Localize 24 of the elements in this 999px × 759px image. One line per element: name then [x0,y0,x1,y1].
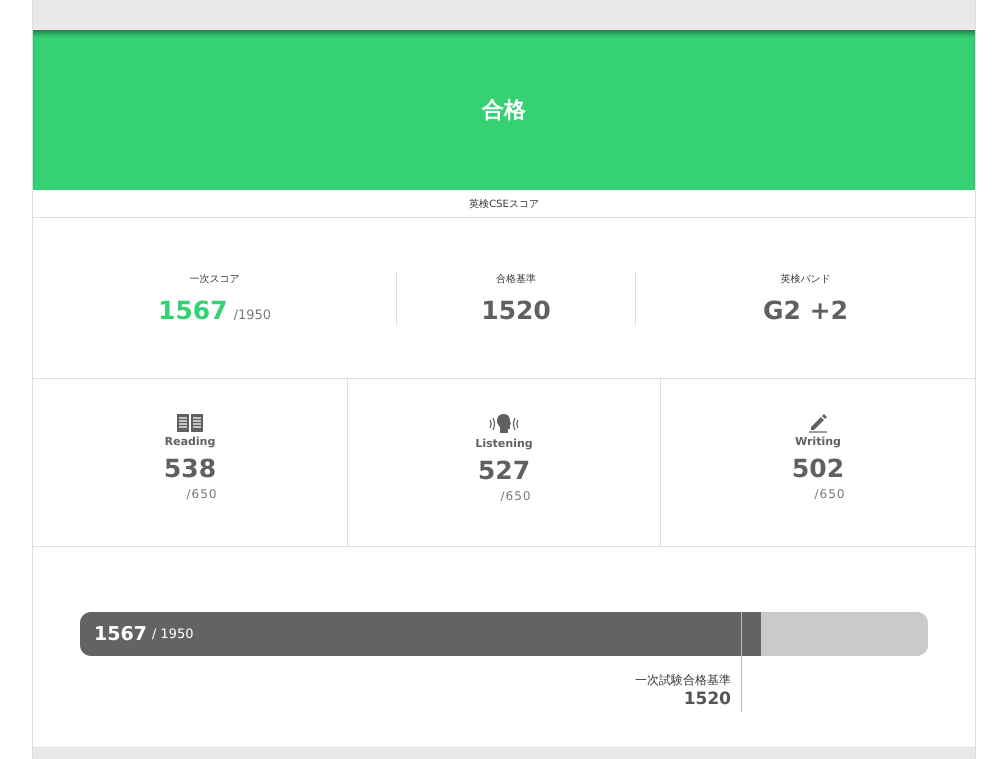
score-value: 1520 [481,296,551,324]
skill-score: 538 [164,454,216,483]
skill-name: Reading [164,435,216,448]
bar-total: / 1950 [152,626,194,642]
skill-score: 527 [478,456,530,485]
score-label: 合格基準 [496,272,536,286]
score-total: /1950 [234,308,272,322]
skill-name: Listening [475,437,533,450]
book-icon [176,413,204,433]
score-value: G2 +2 [763,296,848,324]
pencil-icon [807,413,829,433]
threshold-label: 一次試験合格基準 [635,672,732,689]
score-label: 一次スコア [190,272,240,286]
score-label: 英検バンド [780,272,830,286]
bar-score: 1567 [94,623,147,645]
caption: 英検CSEスコア [469,198,539,210]
skill-total: /650 [500,489,532,503]
skill-total: /650 [186,487,218,501]
skill-name: Writing [795,435,841,448]
result-title: 合格 [482,97,526,125]
skill-total: /650 [814,487,846,501]
skill-score: 502 [792,454,844,483]
score-value: 1567 [158,296,228,324]
threshold-value: 1520 [684,689,732,709]
